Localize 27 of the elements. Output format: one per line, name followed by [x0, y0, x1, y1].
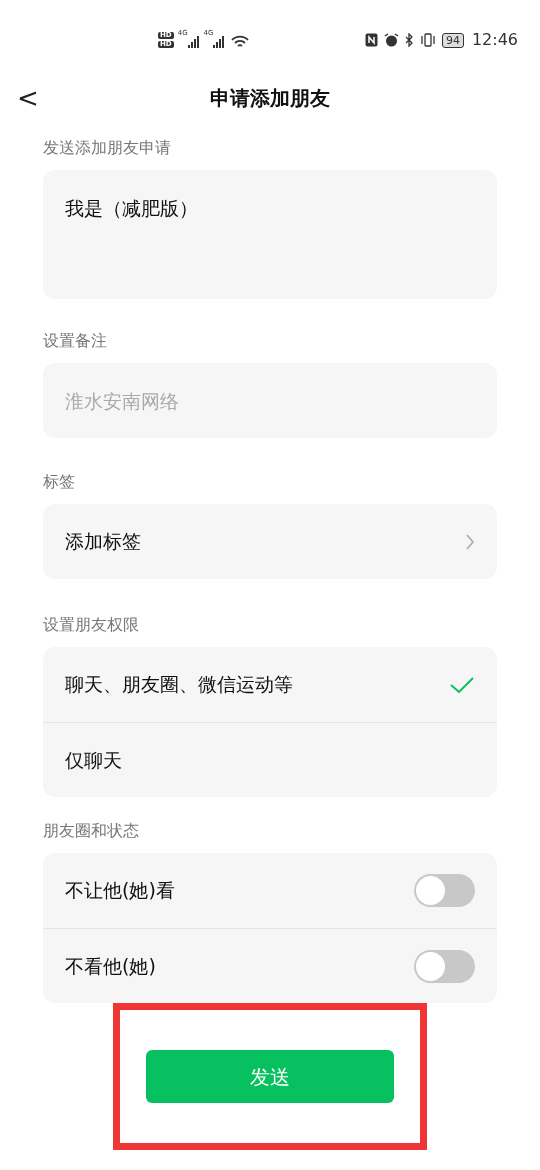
section-label: 设置备注	[43, 330, 108, 352]
section-label: 标签	[43, 471, 76, 493]
permission-option[interactable]: 仅聊天	[43, 722, 497, 797]
battery-level: 94	[441, 32, 464, 48]
toggle-label: 不看他(她)	[65, 953, 156, 979]
clock: 12:46	[471, 29, 518, 51]
signal-icon	[213, 36, 226, 48]
toggle-switch[interactable]	[414, 874, 475, 907]
permission-option[interactable]: 聊天、朋友圈、微信运动等	[43, 647, 497, 722]
toggle-switch[interactable]	[414, 949, 475, 983]
toggle-label: 不让他(她)看	[65, 878, 175, 904]
section-label: 朋友圈和状态	[43, 820, 140, 842]
wifi-icon	[231, 35, 250, 49]
back-button[interactable]: <	[16, 80, 40, 116]
request-message-field[interactable]: 我是（减肥版）	[43, 170, 497, 299]
remark-field[interactable]: 淮水安南网络	[43, 363, 497, 438]
add-tag-row[interactable]: 添加标签	[43, 504, 497, 579]
signal-icon	[187, 36, 200, 48]
vibrate-icon	[419, 33, 436, 47]
section-label: 设置朋友权限	[43, 614, 140, 636]
bluetooth-icon	[404, 33, 414, 47]
nfc-icon	[364, 33, 378, 47]
checkmark-icon	[449, 675, 475, 694]
alarm-icon	[383, 32, 399, 48]
chevron-icon	[465, 532, 475, 551]
section-label: 发送添加朋友申请	[43, 137, 172, 159]
page-title: 申请添加朋友	[210, 85, 330, 112]
